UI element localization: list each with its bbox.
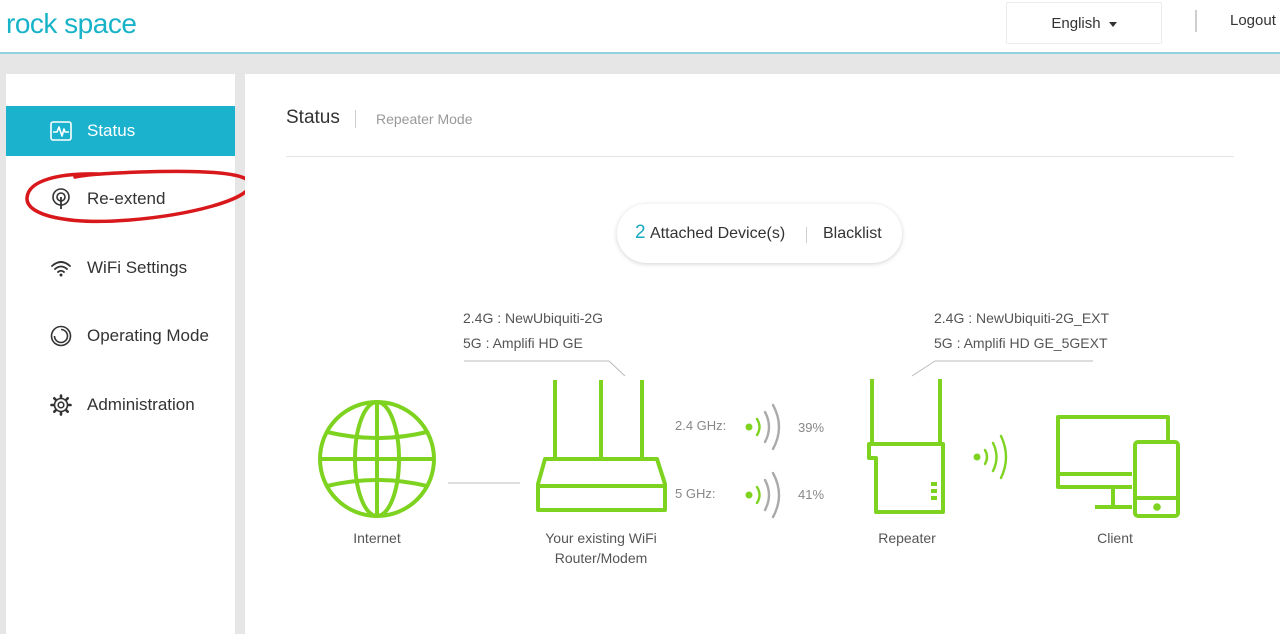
sidebar-item-wifi-settings[interactable]: WiFi Settings — [6, 243, 235, 293]
client-devices-icon — [1056, 415, 1180, 518]
router-info-pointer — [464, 360, 626, 377]
language-value: English — [1051, 14, 1101, 32]
band-24-strength: 39% — [798, 420, 825, 435]
signal-24-icon — [745, 403, 781, 451]
repeater-ssid-5g: 5G : Amplifi HD GE_5GEXT — [934, 335, 1108, 351]
sidebar-item-label: Re-extend — [87, 189, 166, 208]
rock-space-logo[interactable]: rock space — [6, 8, 137, 40]
logout-link[interactable]: Logout — [1230, 12, 1276, 29]
language-select[interactable]: English — [1006, 2, 1162, 44]
sidebar-item-administration[interactable]: Administration — [6, 380, 235, 430]
client-caption: Client — [1097, 530, 1133, 546]
network-diagram — [318, 360, 1180, 519]
sidebar-item-re-extend[interactable]: Re-extend — [6, 174, 235, 224]
repeater-info-pointer — [911, 360, 1093, 377]
antenna-broadcast-icon — [50, 188, 72, 210]
router-icon — [536, 380, 667, 512]
sidebar-item-status[interactable]: Status — [6, 106, 235, 156]
router-caption-line2: Router/Modem — [554, 550, 648, 566]
wifi-icon — [50, 257, 72, 279]
repeater-ssid-24g: 2.4G : NewUbiquiti-2G_EXT — [934, 310, 1110, 326]
band-5-label: 5 GHz: — [675, 486, 716, 501]
repeater-caption: Repeater — [878, 530, 936, 546]
signal-client-icon — [973, 434, 1008, 480]
pulse-monitor-icon — [50, 120, 72, 142]
sidebar-item-label: Operating Mode — [87, 326, 209, 345]
sidebar-item-label: WiFi Settings — [87, 258, 188, 277]
signal-5-icon — [745, 471, 781, 519]
internet-caption: Internet — [353, 530, 401, 546]
globe-icon — [318, 400, 436, 518]
router-ssid-24g: 2.4G : NewUbiquiti-2G — [463, 310, 604, 326]
header-divider — [1195, 10, 1197, 32]
band-5-strength: 41% — [798, 487, 825, 502]
router-ssid-5g: 5G : Amplifi HD GE — [463, 335, 583, 351]
sidebar-nav: Status Re-extend WiFi Settings Operating… — [6, 74, 235, 634]
main-panel: Status Repeater Mode 2 Attached Device(s… — [245, 74, 1280, 634]
band-24-label: 2.4 GHz: — [675, 418, 727, 433]
gear-icon — [50, 394, 72, 416]
sidebar-item-label: Administration — [87, 395, 195, 414]
caret-down-icon — [1108, 21, 1117, 27]
sidebar-item-label: Status — [87, 121, 136, 140]
top-header: rock space English Logout — [0, 0, 1280, 54]
router-caption-line1: Your existing WiFi — [545, 530, 657, 546]
repeater-icon — [867, 379, 945, 514]
sidebar-item-operating-mode[interactable]: Operating Mode — [6, 311, 235, 361]
mode-ring-icon — [50, 325, 72, 347]
